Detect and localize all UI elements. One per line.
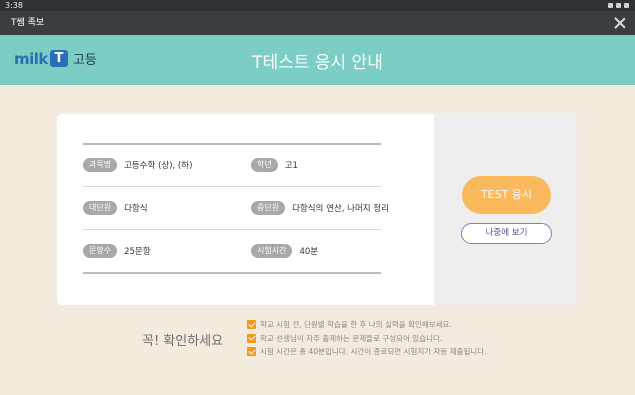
info-tag: 대단원 — [83, 200, 118, 215]
test-info-card: 과목명 고등수학 (상), (하) 학년 고1 대단원 다항식 중단원 다항식의… — [57, 114, 578, 305]
info-tag: 중단원 — [251, 200, 286, 215]
notice-title: 꼭! 확인하세요 — [142, 334, 224, 349]
notice-item: 학교 시험 전, 단원별 학습을 한 후 나의 실력을 확인해보세요. — [247, 318, 487, 331]
notice-item-text: 시험 시간은 총 40분입니다. 시간이 종료되면 시험지가 자동 제출됩니다. — [260, 347, 487, 356]
info-value: 고등수학 (상), (하) — [124, 160, 193, 171]
take-test-button[interactable]: TEST 응시 — [462, 176, 551, 214]
info-row-questions: 문항수 25문항 시험시간 40분 — [83, 229, 381, 272]
info-tag: 문항수 — [83, 243, 118, 258]
info-row-subject: 과목명 고등수학 (상), (하) 학년 고1 — [83, 143, 381, 186]
close-icon[interactable] — [613, 16, 627, 30]
info-cell: 문항수 25문항 — [83, 243, 151, 258]
checkbox-checked-icon — [247, 333, 256, 343]
checkbox-checked-icon — [247, 320, 256, 329]
info-row-unit: 대단원 다항식 중단원 다항식의 연산, 나머지 정리 — [83, 186, 389, 229]
battery-icon — [624, 3, 629, 8]
notice-list: 학교 시험 전, 단원별 학습을 한 후 나의 실력을 확인해보세요. 학교 선… — [247, 318, 487, 359]
status-bar: 3:38 — [0, 0, 635, 11]
page-header: milk T 고등 T테스트 응시 안내 — [0, 35, 635, 85]
info-value: 다항식의 연산, 나머지 정리 — [292, 203, 389, 214]
info-value: 40분 — [299, 246, 319, 257]
table-bottom-rule — [83, 272, 381, 274]
signal-icon — [616, 3, 621, 8]
info-cell: 학년 고1 — [251, 157, 298, 172]
info-value: 25문항 — [124, 246, 151, 257]
info-tag: 학년 — [251, 157, 278, 172]
info-tag: 과목명 — [83, 157, 118, 172]
info-tag: 시험시간 — [251, 243, 293, 258]
notice-item: 학교 선생님이 자주 출제하는 문제들로 구성되어 있습니다. — [247, 332, 487, 345]
info-cell: 시험시간 40분 — [251, 243, 319, 258]
page-title: T테스트 응시 안내 — [252, 53, 383, 73]
notice-item-text: 학교 선생님이 자주 출제하는 문제들로 구성되어 있습니다. — [260, 333, 443, 343]
checkbox-checked-icon — [247, 347, 256, 356]
view-later-button[interactable]: 나중에 보기 — [461, 223, 552, 244]
info-value: 고1 — [284, 160, 298, 171]
system-icons — [608, 0, 629, 11]
window-titlebar: T쌤 족보 — [0, 11, 635, 35]
wifi-icon — [608, 3, 613, 8]
info-cell: 과목명 고등수학 (상), (하) — [83, 157, 193, 172]
info-cell: 중단원 다항식의 연산, 나머지 정리 — [251, 200, 389, 215]
notice-item-text: 학교 시험 전, 단원별 학습을 한 후 나의 실력을 확인해보세요. — [260, 320, 452, 329]
status-time: 3:38 — [5, 1, 23, 10]
notice-item: 시험 시간은 총 40분입니다. 시간이 종료되면 시험지가 자동 제출됩니다. — [247, 345, 487, 358]
window-title: T쌤 족보 — [11, 18, 45, 28]
info-cell: 대단원 다항식 — [83, 200, 148, 215]
info-value: 다항식 — [124, 203, 148, 214]
